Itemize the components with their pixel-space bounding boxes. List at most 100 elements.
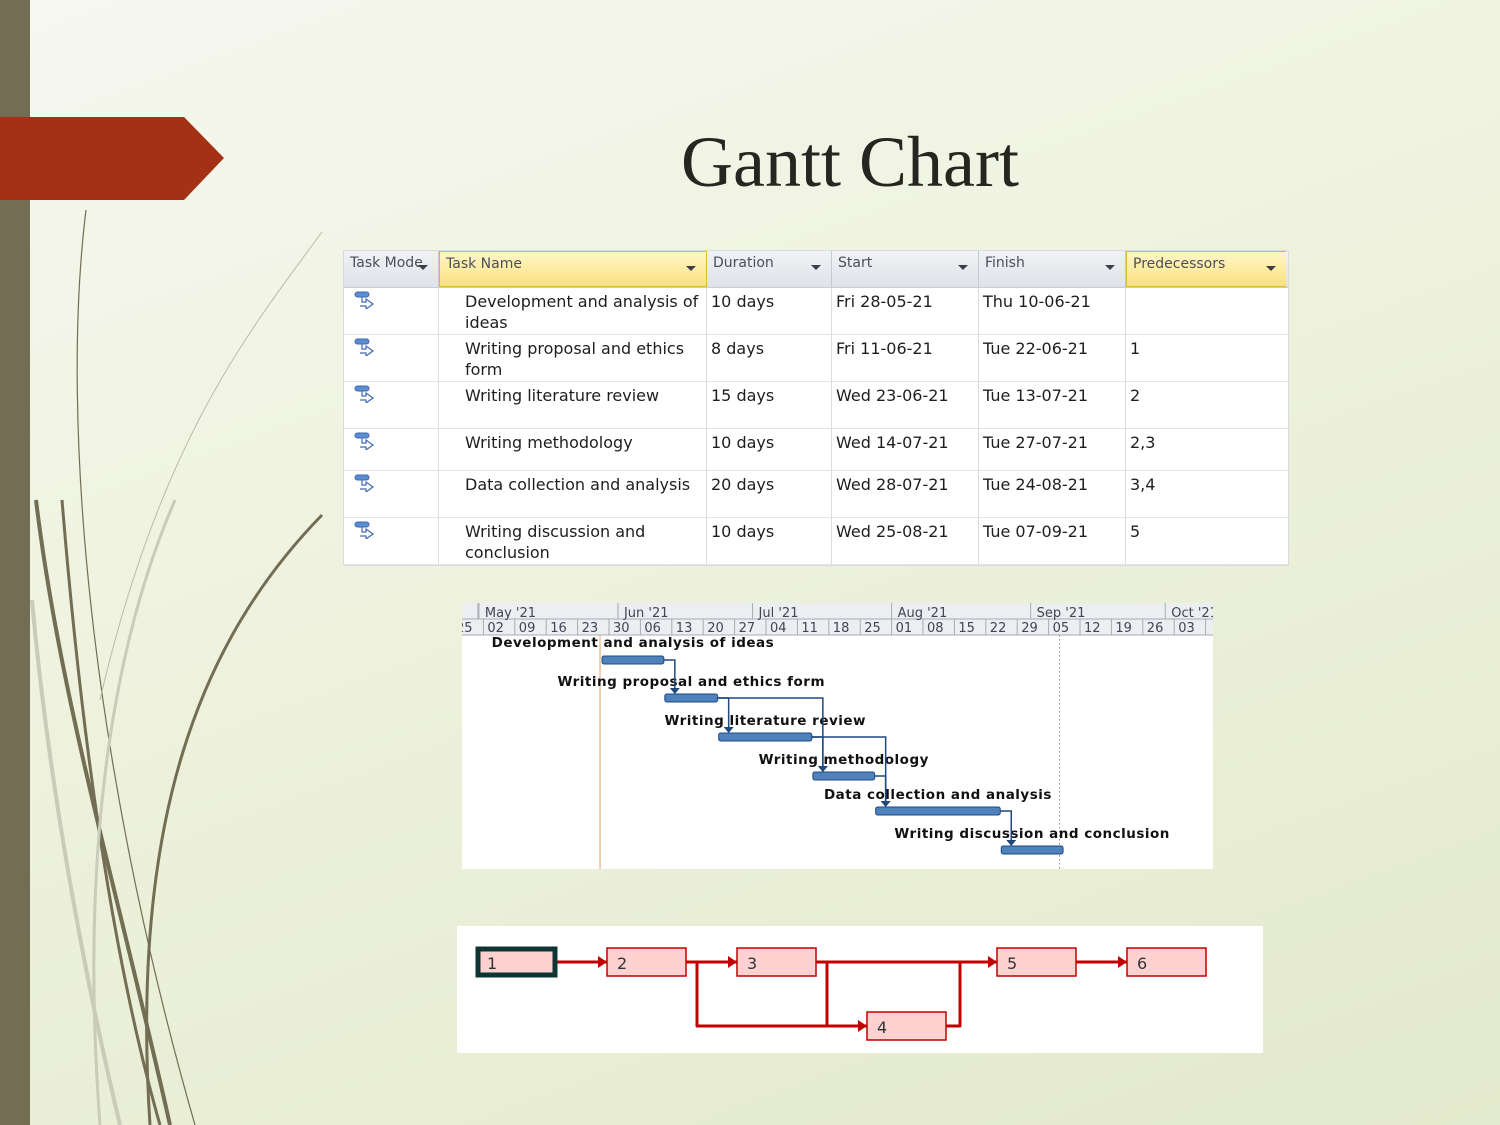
table-row[interactable]: Data collection and analysis 20 days Wed 2… <box>344 471 1288 518</box>
column-header-start[interactable]: Start <box>832 251 979 287</box>
link-arrow-icon <box>669 688 680 694</box>
duration-cell[interactable]: 10 days <box>707 288 832 334</box>
predecessors-cell[interactable]: 2 <box>1126 382 1286 428</box>
duration-cell[interactable]: 15 days <box>707 382 832 428</box>
dropdown-arrow-icon[interactable] <box>958 265 968 270</box>
task-mode-cell[interactable] <box>344 471 439 517</box>
table-row[interactable]: Writing discussion and conclusion 10 days… <box>344 518 1288 565</box>
network-link <box>816 960 829 1026</box>
gantt-chart: 25 02 09 16 23 30 06 13 20 27 04 11 18 25 01 08 15 22 29 05… <box>462 603 1213 869</box>
finish-cell[interactable]: Tue 27-07-21 <box>979 429 1126 470</box>
table-row[interactable]: Writing literature review 15 days Wed 23-0… <box>344 382 1288 429</box>
start-cell[interactable]: Wed 14-07-21 <box>832 429 979 470</box>
table-row[interactable]: Writing methodology 10 days Wed 14-07-21 Tu… <box>344 429 1288 471</box>
month-label: Oct '21 <box>1171 606 1213 621</box>
link-arrow-icon <box>1006 840 1017 846</box>
table-row[interactable]: Writing proposal and ethics form 8 days Fr… <box>344 335 1288 382</box>
task-bar <box>1000 845 1064 855</box>
week-label: 13 <box>676 621 693 636</box>
link-arrow-icon <box>880 801 891 807</box>
predecessors-cell[interactable]: 5 <box>1126 518 1286 564</box>
start-cell[interactable]: Wed 28-07-21 <box>832 471 979 517</box>
column-header-predecessors[interactable]: Predecessors <box>1126 251 1286 287</box>
predecessors-cell[interactable] <box>1126 288 1286 334</box>
duration-cell[interactable]: 10 days <box>707 518 832 564</box>
column-header-task-name[interactable]: Task Name <box>439 251 707 287</box>
task-name-cell[interactable]: Data collection and analysis <box>439 471 707 517</box>
finish-cell[interactable]: Tue 07-09-21 <box>979 518 1126 564</box>
week-label: 06 <box>644 621 661 636</box>
task-mode-cell[interactable] <box>344 429 439 470</box>
auto-scheduled-task-icon <box>348 432 434 450</box>
network-node[interactable]: 2 <box>606 947 687 977</box>
network-node[interactable]: 4 <box>866 1011 947 1041</box>
week-label: 01 <box>896 621 913 636</box>
start-cell[interactable]: Wed 25-08-21 <box>832 518 979 564</box>
finish-cell[interactable]: Tue 13-07-21 <box>979 382 1126 428</box>
dropdown-arrow-icon[interactable] <box>686 266 696 271</box>
column-header-duration[interactable]: Duration <box>707 251 832 287</box>
week-label: 19 <box>1115 621 1132 636</box>
network-node[interactable]: 5 <box>996 947 1077 977</box>
task-name-cell[interactable]: Writing literature review <box>439 382 707 428</box>
start-cell[interactable]: Fri 28-05-21 <box>832 288 979 334</box>
task-bar <box>601 655 665 665</box>
week-label: 05 <box>1053 621 1070 636</box>
link-arrow-icon <box>598 956 607 968</box>
network-node[interactable]: 1 <box>475 946 558 978</box>
title-banner-arrow <box>0 117 224 200</box>
link-arrow-icon <box>817 766 828 772</box>
finish-cell[interactable]: Tue 22-06-21 <box>979 335 1126 381</box>
finish-cell[interactable]: Thu 10-06-21 <box>979 288 1126 334</box>
table-header: Task Mode Task Name Duration Start Finis… <box>344 251 1288 288</box>
task-bar <box>718 732 813 742</box>
column-header-task-mode[interactable]: Task Mode <box>344 251 439 287</box>
start-cell[interactable]: Fri 11-06-21 <box>832 335 979 381</box>
dropdown-arrow-icon[interactable] <box>1105 265 1115 270</box>
duration-cell[interactable]: 8 days <box>707 335 832 381</box>
week-label: 08 <box>927 621 944 636</box>
finish-cell[interactable]: Tue 24-08-21 <box>979 471 1126 517</box>
week-label: 15 <box>958 621 975 636</box>
task-name-cell[interactable]: Writing proposal and ethics form <box>439 335 707 381</box>
week-label: 02 <box>487 621 504 636</box>
auto-scheduled-task-icon <box>348 385 434 403</box>
task-name-cell[interactable]: Writing methodology <box>439 429 707 470</box>
month-label: Jul '21 <box>758 606 799 621</box>
predecessors-cell[interactable]: 3,4 <box>1126 471 1286 517</box>
network-node[interactable]: 6 <box>1126 947 1207 977</box>
column-header-finish[interactable]: Finish <box>979 251 1126 287</box>
week-label: 12 <box>1084 621 1101 636</box>
task-name-cell[interactable]: Development and analysis of ideas <box>439 288 707 334</box>
task-bar <box>664 693 719 703</box>
week-label: 26 <box>1147 621 1164 636</box>
dropdown-arrow-icon[interactable] <box>811 265 821 270</box>
network-node-label: 4 <box>877 1018 887 1037</box>
task-bar-label: Writing literature review <box>664 713 866 729</box>
table-row[interactable]: Development and analysis of ideas 10 days… <box>344 288 1288 335</box>
week-label: 11 <box>801 621 818 636</box>
start-cell[interactable]: Wed 23-06-21 <box>832 382 979 428</box>
task-table: Task Mode Task Name Duration Start Finis… <box>343 250 1289 566</box>
task-name-cell[interactable]: Writing discussion and conclusion <box>439 518 707 564</box>
task-mode-cell[interactable] <box>344 382 439 428</box>
week-label: 03 <box>1178 621 1195 636</box>
duration-cell[interactable]: 10 days <box>707 429 832 470</box>
link-arrow-icon <box>723 727 734 733</box>
network-node-label: 5 <box>1007 954 1017 973</box>
auto-scheduled-task-icon <box>348 291 434 309</box>
predecessors-cell[interactable]: 2,3 <box>1126 429 1286 470</box>
task-mode-cell[interactable] <box>344 518 439 564</box>
duration-cell[interactable]: 20 days <box>707 471 832 517</box>
auto-scheduled-task-icon <box>348 474 434 492</box>
week-label: 30 <box>613 621 630 636</box>
task-mode-cell[interactable] <box>344 335 439 381</box>
week-label: 23 <box>582 621 599 636</box>
network-node[interactable]: 3 <box>736 947 817 977</box>
task-mode-cell[interactable] <box>344 288 439 334</box>
dropdown-arrow-icon[interactable] <box>1266 266 1276 271</box>
gantt-chart-svg: 25 02 09 16 23 30 06 13 20 27 04 11 18 25 01 08 15 22 29 05… <box>462 603 1213 869</box>
auto-scheduled-task-icon <box>348 338 434 356</box>
dropdown-arrow-icon[interactable] <box>418 265 428 270</box>
predecessors-cell[interactable]: 1 <box>1126 335 1286 381</box>
